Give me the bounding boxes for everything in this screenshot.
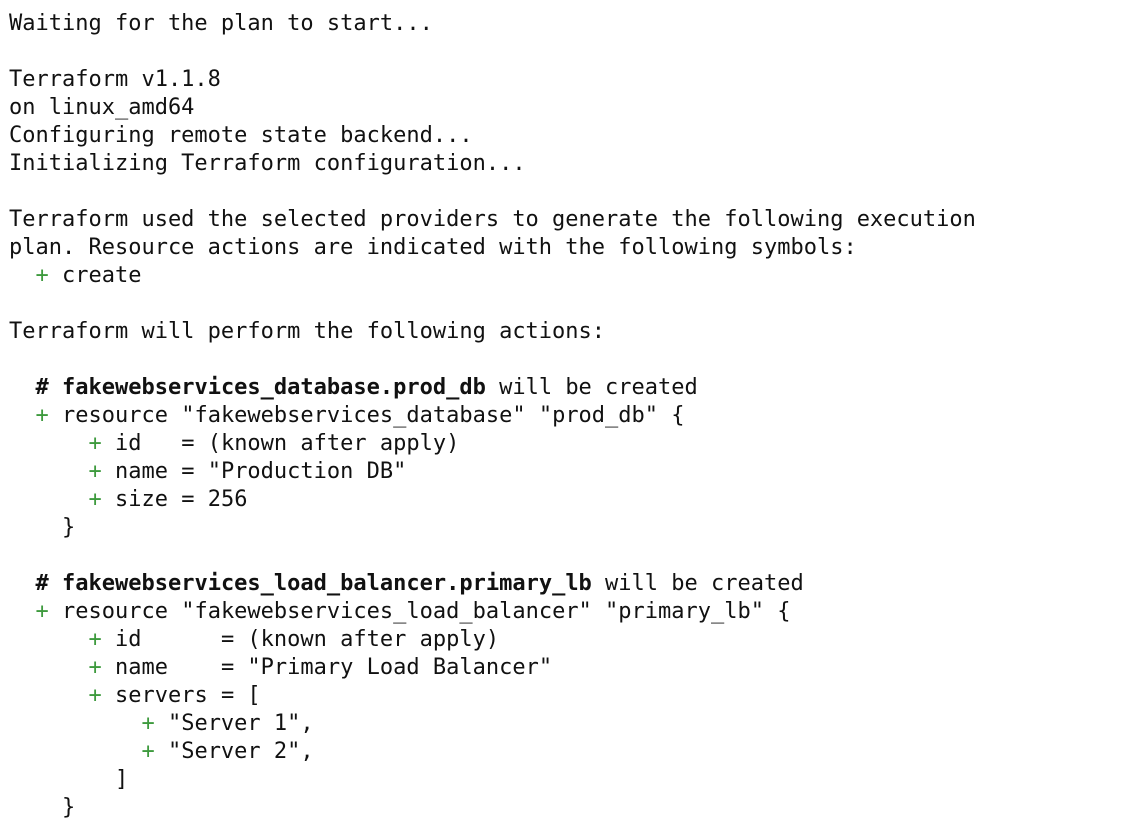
plus-icon: + bbox=[88, 431, 102, 456]
plus-icon: + bbox=[141, 711, 155, 736]
resource-close: } bbox=[9, 794, 1122, 822]
attribute-text: id = (known after apply) bbox=[114, 627, 500, 652]
terminal-output: Waiting for the plan to start... Terrafor… bbox=[0, 0, 1122, 836]
resource-close: } bbox=[9, 514, 1122, 542]
plus-icon: + bbox=[88, 655, 102, 680]
status-waiting: Waiting for the plan to start... bbox=[9, 11, 433, 36]
list-item: + "Server 2", bbox=[9, 738, 1122, 766]
status-initializing: Initializing Terraform configuration... bbox=[9, 151, 526, 176]
comment-hash: # bbox=[35, 571, 49, 596]
platform-line: on linux_amd64 bbox=[9, 95, 195, 120]
resource-comment: # fakewebservices_database.prod_db will … bbox=[9, 374, 1122, 402]
resource-attribute: + size = 256 bbox=[9, 486, 1122, 514]
attribute-text: name = "Production DB" bbox=[114, 459, 407, 484]
resource-address: fakewebservices_load_balancer.primary_lb bbox=[62, 571, 592, 596]
resource-comment: # fakewebservices_load_balancer.primary_… bbox=[9, 570, 1122, 598]
list-item: + "Server 1", bbox=[9, 710, 1122, 738]
plus-icon: + bbox=[35, 599, 49, 624]
symbol-create-label: create bbox=[62, 263, 142, 288]
resource-address: fakewebservices_database.prod_db bbox=[62, 375, 486, 400]
attribute-text: id = (known after apply) bbox=[114, 431, 460, 456]
plus-icon: + bbox=[141, 739, 155, 764]
terraform-version: Terraform v1.1.8 bbox=[9, 67, 221, 92]
attribute-text: size = 256 bbox=[114, 487, 248, 512]
resource-attribute: + id = (known after apply) bbox=[9, 430, 1122, 458]
plus-icon: + bbox=[35, 263, 49, 288]
plus-icon: + bbox=[35, 403, 49, 428]
status-configuring: Configuring remote state backend... bbox=[9, 123, 473, 148]
resource-attribute: + name = "Production DB" bbox=[9, 458, 1122, 486]
resource-declaration-text: resource "fakewebservices_database" "pro… bbox=[62, 403, 685, 428]
close-brace: } bbox=[61, 515, 76, 540]
close-brace: } bbox=[61, 795, 76, 820]
resource-comment-suffix: will be created bbox=[591, 571, 804, 596]
list-close: ] bbox=[9, 766, 1122, 794]
plan-intro-line-2: plan. Resource actions are indicated wit… bbox=[9, 235, 857, 260]
plus-icon: + bbox=[88, 683, 102, 708]
resource-declaration: + resource "fakewebservices_load_balance… bbox=[9, 598, 1122, 626]
resource-attribute: + name = "Primary Load Balancer" bbox=[9, 654, 1122, 682]
symbol-legend-create: + create bbox=[9, 262, 1122, 290]
plan-intro-line-1: Terraform used the selected providers to… bbox=[9, 207, 976, 232]
resource-declaration: + resource "fakewebservices_database" "p… bbox=[9, 402, 1122, 430]
attribute-text: name = "Primary Load Balancer" bbox=[114, 655, 553, 680]
attribute-text: servers = [ bbox=[114, 683, 261, 708]
plus-icon: + bbox=[88, 627, 102, 652]
resource-attribute: + id = (known after apply) bbox=[9, 626, 1122, 654]
perform-actions-line: Terraform will perform the following act… bbox=[9, 319, 606, 344]
list-item-text: "Server 1", bbox=[167, 711, 314, 736]
resource-comment-suffix: will be created bbox=[485, 375, 698, 400]
list-item-text: "Server 2", bbox=[167, 739, 314, 764]
plus-icon: + bbox=[88, 459, 102, 484]
resource-declaration-text: resource "fakewebservices_load_balancer"… bbox=[62, 599, 791, 624]
comment-hash: # bbox=[35, 375, 49, 400]
plus-icon: + bbox=[88, 487, 102, 512]
resource-attribute: + servers = [ bbox=[9, 682, 1122, 710]
close-bracket: ] bbox=[114, 767, 129, 792]
